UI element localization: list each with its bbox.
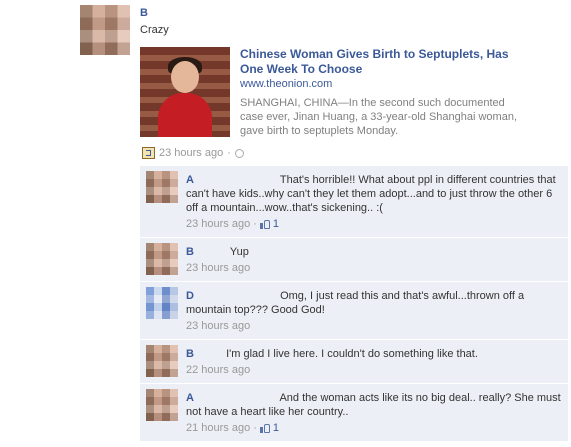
post-message: Crazy xyxy=(140,24,169,36)
attachment-url[interactable]: www.theonion.com xyxy=(240,78,332,90)
globe-icon[interactable] xyxy=(234,148,244,158)
comment-list: A That's horrible!! What about ppl in di… xyxy=(140,166,568,442)
comment-author[interactable]: D xyxy=(186,290,194,302)
avatar[interactable] xyxy=(146,287,178,319)
link-attachment[interactable]: Chinese Woman Gives Birth to Septuplets,… xyxy=(140,45,540,137)
post-timestamp[interactable]: 23 hours ago xyxy=(159,147,223,159)
avatar[interactable] xyxy=(146,345,178,377)
avatar[interactable] xyxy=(146,389,178,421)
comment: B Yup 23 hours ago xyxy=(140,238,568,282)
thumbs-up-icon[interactable] xyxy=(259,423,270,433)
avatar[interactable] xyxy=(146,243,178,275)
comment-text: That's horrible!! What about ppl in diff… xyxy=(186,174,556,214)
comment-time[interactable]: 23 hours ago xyxy=(186,217,250,231)
comment-text: Omg, I just read this and that's awful..… xyxy=(186,290,525,316)
comment-author[interactable]: A xyxy=(186,392,194,404)
avatar[interactable] xyxy=(146,171,178,203)
comment-text: And the woman acts like its no big deal.… xyxy=(186,392,561,418)
post-author-name[interactable]: B xyxy=(140,7,148,19)
post-author-avatar[interactable] xyxy=(80,5,130,55)
attachment-description: SHANGHAI, CHINA—In the second such docum… xyxy=(240,97,518,137)
comment: A And the woman acts like its no big dea… xyxy=(140,384,568,442)
post-meta: 23 hours ago · xyxy=(142,147,244,159)
comment-author[interactable]: B xyxy=(186,246,194,258)
comment-time[interactable]: 23 hours ago xyxy=(186,261,250,275)
comment-text: I'm glad I live here. I couldn't do some… xyxy=(226,348,478,360)
comment: D Omg, I just read this and that's awful… xyxy=(140,282,568,340)
comment: A That's horrible!! What about ppl in di… xyxy=(140,166,568,238)
attachment-thumbnail[interactable] xyxy=(140,47,230,137)
comment-author[interactable]: A xyxy=(186,174,194,186)
comment-time[interactable]: 21 hours ago xyxy=(186,421,250,435)
comment-time[interactable]: 23 hours ago xyxy=(186,319,250,333)
comment-time[interactable]: 22 hours ago xyxy=(186,363,250,377)
thumbs-up-icon[interactable] xyxy=(259,219,270,229)
comment: B I'm glad I live here. I couldn't do so… xyxy=(140,340,568,384)
meta-separator: · xyxy=(227,147,231,159)
attachment-title[interactable]: Chinese Woman Gives Birth to Septuplets,… xyxy=(240,47,535,77)
like-count[interactable]: 1 xyxy=(273,421,279,435)
share-icon xyxy=(142,147,155,159)
like-count[interactable]: 1 xyxy=(273,217,279,231)
comment-text: Yup xyxy=(229,246,249,258)
comment-author[interactable]: B xyxy=(186,348,194,360)
